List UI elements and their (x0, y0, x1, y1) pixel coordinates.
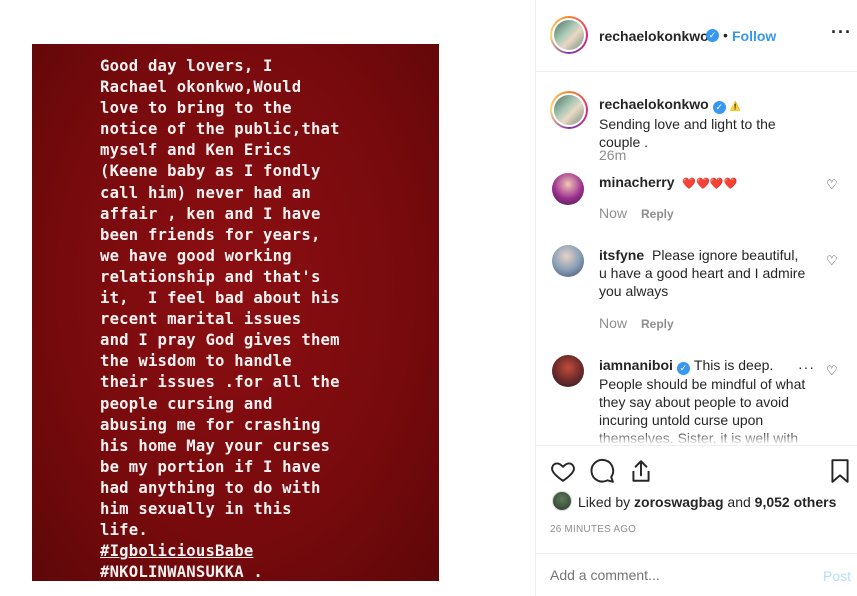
like-comment-heart-icon[interactable]: ♡ (826, 177, 838, 193)
image-text: Good day lovers, I Rachael okonkwo,Would… (100, 56, 430, 581)
author-avatar[interactable] (550, 16, 588, 54)
share-icon[interactable] (628, 458, 654, 484)
scroll-fade (536, 431, 857, 445)
comment-time: Now (599, 205, 628, 221)
author-username[interactable]: rechaelokonkwo (599, 28, 709, 44)
image-text-line: we have good working (100, 246, 292, 265)
comment-username[interactable]: rechaelokonkwo (599, 96, 709, 112)
post-comment-button[interactable]: Post (823, 568, 851, 584)
and-word: and (727, 494, 751, 510)
like-comment-heart-icon[interactable]: ♡ (826, 363, 838, 379)
comment-username[interactable]: minacherry (599, 174, 674, 190)
like-heart-icon[interactable] (550, 458, 576, 484)
verified-badge-icon: ✓ (712, 101, 726, 114)
liked-by-prefix: Liked by (578, 494, 631, 510)
commenter-avatar[interactable] (552, 355, 584, 387)
comment-text: Sending love and light to the couple . (599, 116, 776, 150)
image-text-line: and I pray God gives them (100, 331, 340, 350)
commenter-avatar[interactable] (552, 173, 584, 205)
image-text-line: recent marital issues (100, 310, 302, 329)
warning-emoji-icon: ⚠️ (729, 101, 741, 111)
comment-time: Now (599, 315, 628, 331)
likes-summary: Liked by zoroswagbag and 9,052 others (578, 494, 836, 510)
image-text-line: notice of the public,that (100, 120, 340, 139)
comment-time: 26m (599, 147, 627, 163)
comment-text: ❤️❤️❤️❤️ (682, 178, 738, 190)
image-text-line: been friends for years, (100, 225, 321, 244)
post-sidebar: rechaelokonkwo ✓ • Follow ··· rechaeloko… (535, 0, 857, 596)
commenter-avatar[interactable] (552, 245, 584, 277)
image-text-line: abusing me for crashing (100, 415, 321, 434)
reply-button[interactable]: Reply (641, 317, 674, 331)
post-image[interactable]: Good day lovers, I Rachael okonkwo,Would… (32, 44, 439, 581)
comment-username[interactable]: itsfyne (599, 247, 644, 263)
save-bookmark-icon[interactable] (829, 458, 851, 484)
author-avatar[interactable] (550, 91, 588, 129)
image-text-line: it, I feel bad about his (100, 289, 340, 308)
image-text-line: call him) never had an (100, 183, 311, 202)
image-text-line: myself and Ken Erics (100, 141, 292, 160)
image-text-line: affair , ken and I have (100, 204, 321, 223)
image-text-line: (Keene baby as I fondly (100, 162, 321, 181)
comment-input[interactable] (550, 567, 790, 583)
image-text-line: life. (100, 521, 148, 540)
comment-username[interactable]: iamnaniboi (599, 357, 673, 373)
image-text-line: people cursing and (100, 394, 273, 413)
image-text-line: their issues .for all the (100, 373, 340, 392)
verified-badge-icon: ✓ (676, 362, 690, 375)
add-comment-bar: Post (536, 553, 857, 596)
image-text-line: relationship and that's (100, 267, 321, 286)
post-timestamp[interactable]: 26 MINUTES AGO (550, 524, 636, 535)
image-text-line: had anything to do with (100, 478, 321, 497)
image-text-line: him sexually in this (100, 499, 292, 518)
follow-button[interactable]: Follow (732, 28, 776, 44)
reply-button[interactable]: Reply (641, 207, 674, 221)
post-actions: Liked by zoroswagbag and 9,052 others 26… (536, 445, 857, 553)
separator-dot: • (723, 27, 728, 43)
image-text-line: Good day lovers, I (100, 57, 273, 75)
image-text-line: love to bring to the (100, 99, 292, 118)
comments-list[interactable]: rechaelokonkwo ✓ ⚠️ Sending love and light… (536, 73, 857, 445)
comment-options-icon[interactable]: ··· (798, 359, 815, 375)
image-text-line: Rachael okonkwo,Would (100, 78, 302, 97)
image-text-line: his home May your curses (100, 436, 331, 455)
liker-avatar[interactable] (552, 491, 572, 511)
liker-username[interactable]: zoroswagbag (634, 494, 723, 510)
hashtag-link[interactable]: #IgboliciousBabe (100, 542, 253, 560)
comment-bubble-icon[interactable] (589, 458, 615, 484)
post-media-area: Good day lovers, I Rachael okonkwo,Would… (0, 0, 535, 596)
post-header: rechaelokonkwo ✓ • Follow ··· (536, 0, 857, 72)
image-text-line: be my portion if I have (100, 457, 321, 476)
image-text-line: the wisdom to handle (100, 352, 292, 371)
others-count-link[interactable]: 9,052 others (755, 494, 837, 510)
hashtag-text: #NKOLINWANSUKKA . (100, 563, 263, 581)
verified-badge-icon: ✓ (706, 29, 719, 42)
like-comment-heart-icon[interactable]: ♡ (826, 253, 838, 269)
more-options-button[interactable]: ··· (831, 22, 852, 43)
